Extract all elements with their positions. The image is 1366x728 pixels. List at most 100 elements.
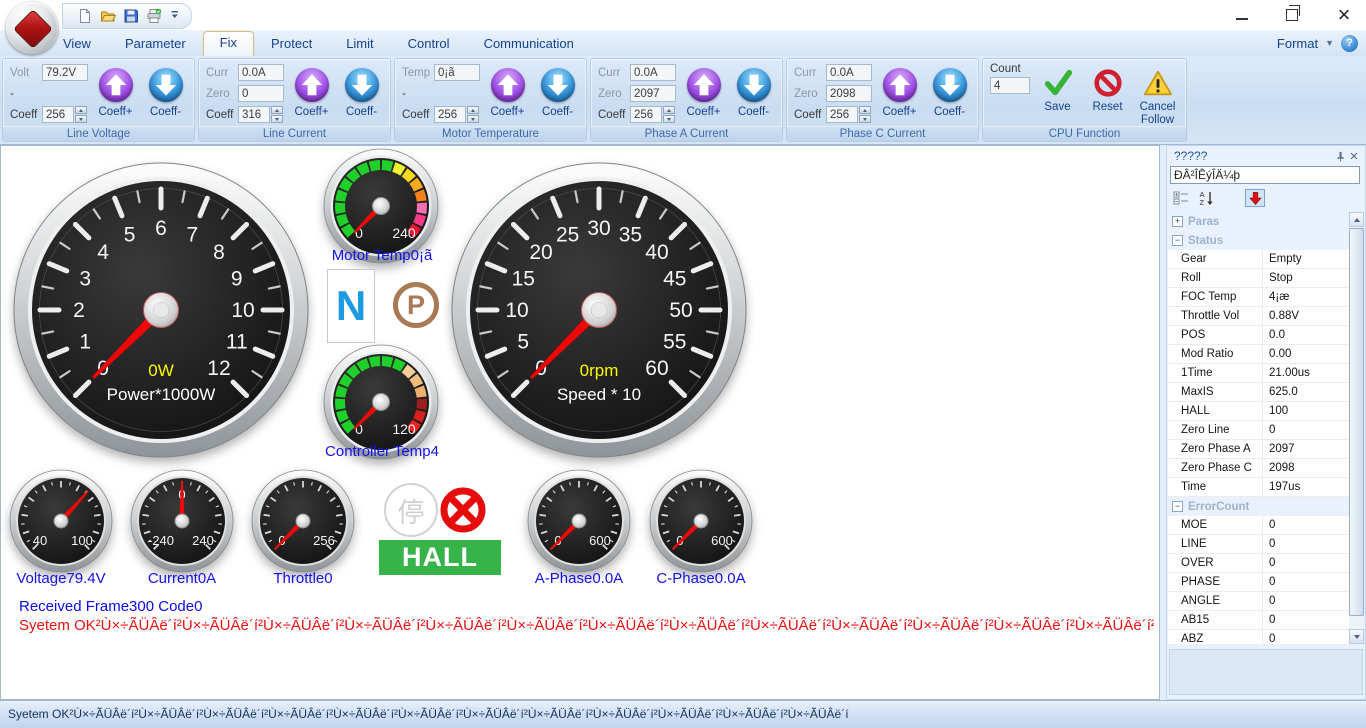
- coeff-button[interactable]: Coeff+: [877, 67, 922, 119]
- save-button[interactable]: Save: [1035, 67, 1080, 114]
- svg-text:60: 60: [645, 357, 668, 380]
- section-errorcount[interactable]: − ErrorCount: [1168, 497, 1351, 516]
- coeff-button[interactable]: Coeff+: [289, 67, 334, 119]
- grid-row-phase: PHASE 0: [1168, 573, 1351, 592]
- panel-close-icon[interactable]: ×: [1347, 148, 1361, 165]
- svg-text:35: 35: [619, 223, 642, 246]
- coeff-button[interactable]: Coeff-: [731, 67, 776, 119]
- reset-button[interactable]: Reset: [1085, 67, 1130, 114]
- coeff-button[interactable]: Coeff-: [927, 67, 972, 119]
- ribbon-group-phase-c-current: Curr 0.0A Zero 2098 Coeff 256 Coeff+ Coeff- Phas…: [786, 58, 979, 142]
- window-controls: ×: [1236, 0, 1352, 30]
- zero-field[interactable]: 2098: [826, 85, 872, 102]
- property-grid: + Paras − Status Gear Empty Roll Stop FOC Temp 4¡…: [1168, 212, 1351, 644]
- temp-field[interactable]: 0¡ã: [434, 64, 480, 81]
- cancel-follow-button[interactable]: Cancel Follow: [1135, 67, 1180, 126]
- arrow-down-icon: [932, 68, 967, 102]
- section-paras[interactable]: + Paras: [1168, 212, 1351, 231]
- zero-field[interactable]: 2097: [630, 85, 676, 102]
- coeff-field[interactable]: 256: [434, 106, 466, 123]
- controller-temp-label: Controller Temp4: [325, 443, 439, 460]
- volt-field[interactable]: 79.2V: [42, 64, 88, 81]
- dashboard-canvas: 0123456789101112 0W Power*1000W 05101520…: [0, 145, 1160, 700]
- panel-scrollbar[interactable]: [1349, 212, 1364, 644]
- svg-text:40: 40: [33, 533, 47, 548]
- curr-field[interactable]: 0.0A: [826, 64, 872, 81]
- c-phase-gauge: 0600: [649, 469, 753, 573]
- scroll-down-icon[interactable]: [1349, 629, 1364, 644]
- coeff-spinner[interactable]: [467, 106, 479, 123]
- tab-communication[interactable]: Communication: [467, 32, 591, 56]
- tab-parameter[interactable]: Parameter: [108, 32, 203, 56]
- svg-text:10: 10: [231, 299, 254, 322]
- scroll-thumb[interactable]: [1349, 228, 1364, 616]
- tab-fix[interactable]: Fix: [202, 31, 254, 56]
- section-status[interactable]: − Status: [1168, 231, 1351, 250]
- coeff-field[interactable]: 256: [826, 106, 858, 123]
- restore-button[interactable]: [1286, 5, 1300, 21]
- coeff-button[interactable]: Coeff+: [681, 67, 726, 119]
- coeff-button[interactable]: Coeff+: [93, 67, 138, 119]
- coeff-field[interactable]: 256: [630, 106, 662, 123]
- coeff-spinner[interactable]: [663, 106, 675, 123]
- scroll-up-icon[interactable]: [1349, 212, 1364, 227]
- svg-text:9: 9: [231, 268, 243, 291]
- grid-row-time: Time 197us: [1168, 478, 1351, 497]
- panel-title: ?????: [1174, 149, 1208, 163]
- tab-protect[interactable]: Protect: [254, 32, 329, 56]
- power-gauge: 0123456789101112 0W Power*1000W: [11, 160, 311, 460]
- parameter-file-input[interactable]: [1170, 166, 1360, 184]
- curr-field[interactable]: 0.0A: [630, 64, 676, 81]
- pin-icon[interactable]: [1333, 149, 1347, 163]
- svg-text:240: 240: [192, 533, 214, 548]
- collapse-icon[interactable]: −: [1172, 501, 1183, 512]
- tab-control[interactable]: Control: [391, 32, 467, 56]
- ribbon: Volt 79.2V - Coeff 256 Coeff+ Coeff- Line Volta…: [0, 56, 1366, 145]
- svg-text:50: 50: [669, 299, 692, 322]
- coeff-spinner[interactable]: [75, 106, 87, 123]
- app-menu-button[interactable]: [6, 2, 58, 54]
- coeff-spinner[interactable]: [271, 106, 283, 123]
- count-field[interactable]: 4: [990, 77, 1030, 94]
- print-icon[interactable]: [146, 8, 162, 24]
- open-file-icon[interactable]: [100, 8, 117, 24]
- svg-text:25: 25: [556, 223, 579, 246]
- c-phase-label: C-Phase0.0A: [656, 570, 746, 587]
- save-icon[interactable]: [123, 8, 139, 24]
- svg-text:4: 4: [97, 241, 109, 264]
- coeff-spinner[interactable]: [859, 106, 871, 123]
- categorized-view-icon[interactable]: [1171, 189, 1191, 207]
- format-menu[interactable]: Format: [1277, 36, 1318, 51]
- close-button[interactable]: ×: [1336, 4, 1352, 26]
- coeff-button[interactable]: Coeff-: [535, 67, 580, 119]
- svg-text:7: 7: [187, 223, 199, 246]
- customize-quick-access-icon[interactable]: [171, 7, 179, 25]
- expand-icon[interactable]: +: [1172, 216, 1183, 227]
- grid-row-hall: HALL 100: [1168, 402, 1351, 421]
- coeff-button[interactable]: Coeff-: [339, 67, 384, 119]
- grid-row-moe: MOE 0: [1168, 516, 1351, 535]
- format-dropdown-arrow-icon[interactable]: ▼: [1325, 38, 1334, 48]
- coeff-field[interactable]: 256: [42, 106, 74, 123]
- minimize-button[interactable]: [1236, 18, 1248, 20]
- curr-field[interactable]: 0.0A: [238, 64, 284, 81]
- grid-row-throttle-vol: Throttle Vol 0.88V: [1168, 307, 1351, 326]
- zero-field[interactable]: 0: [238, 85, 284, 102]
- help-icon[interactable]: ?: [1341, 34, 1358, 52]
- gear-p-indicator: P: [393, 282, 439, 328]
- collapse-icon[interactable]: −: [1172, 235, 1183, 246]
- arrow-up-icon: [294, 68, 329, 102]
- sort-az-icon[interactable]: AZ: [1197, 189, 1217, 207]
- svg-text:20: 20: [529, 241, 552, 264]
- coeff-button[interactable]: Coeff+: [485, 67, 530, 119]
- arrow-down-icon: [736, 68, 771, 102]
- coeff-button[interactable]: Coeff-: [143, 67, 188, 119]
- tab-limit[interactable]: Limit: [329, 32, 390, 56]
- svg-text:12: 12: [207, 357, 230, 380]
- ribbon-tabs: View Parameter Fix Protect Limit Control Commu…: [46, 30, 591, 56]
- download-params-icon[interactable]: [1245, 189, 1265, 207]
- new-file-icon[interactable]: [77, 8, 93, 24]
- svg-text:600: 600: [589, 533, 611, 548]
- coeff-field[interactable]: 316: [238, 106, 270, 123]
- gear-n-indicator: N: [327, 269, 375, 343]
